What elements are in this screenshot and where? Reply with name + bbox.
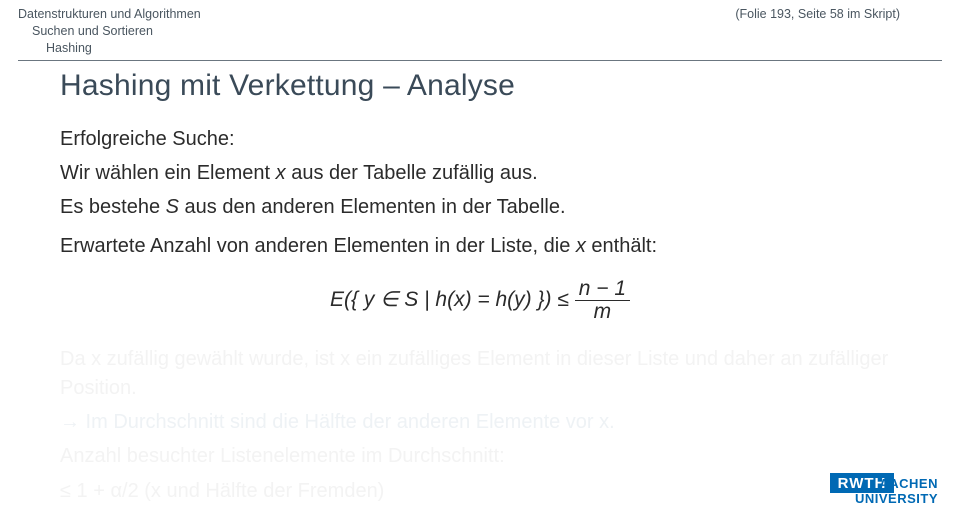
section-title: Hashing: [18, 40, 900, 57]
slide-title: Hashing mit Verkettung – Analyse: [60, 69, 900, 103]
fraction: n − 1m: [575, 278, 630, 323]
paragraph-define-S: Es bestehe S aus den anderen Elementen i…: [60, 193, 900, 221]
faded-line-3a: Anzahl besuchter Listenelemente im Durch…: [60, 442, 900, 470]
svg-text:UNIVERSITY: UNIVERSITY: [855, 491, 938, 506]
rwth-logo: RWTH AACHEN UNIVERSITY: [830, 473, 938, 515]
faded-line-1: Da x zufällig gewählt wurde, ist x ein z…: [60, 345, 900, 402]
formula-expectation: E({ y ∈ S | h(x) = h(y) }) ≤ n − 1m: [60, 278, 900, 323]
slide-header: Datenstrukturen und Algorithmen (Folie 1…: [0, 0, 960, 57]
slide-body: Erfolgreiche Suche: Wir wählen ein Eleme…: [0, 103, 960, 506]
slide-ref: (Folie 193, Seite 58 im Skript): [735, 6, 900, 23]
paragraph-success-heading: Erfolgreiche Suche:: [60, 125, 900, 153]
chapter-title: Suchen und Sortieren: [18, 23, 900, 40]
paragraph-pick-element: Wir wählen ein Element x aus der Tabelle…: [60, 159, 900, 187]
svg-text:AACHEN: AACHEN: [879, 476, 938, 491]
faded-line-2: → Im Durchschnitt sind die Hälfte der an…: [60, 408, 900, 436]
paragraph-expected-count: Erwartete Anzahl von anderen Elementen i…: [60, 232, 900, 260]
faded-line-3b: ≤ 1 + α/2 (x und Hälfte der Fremden): [60, 477, 900, 505]
course-title: Datenstrukturen und Algorithmen: [18, 6, 201, 23]
